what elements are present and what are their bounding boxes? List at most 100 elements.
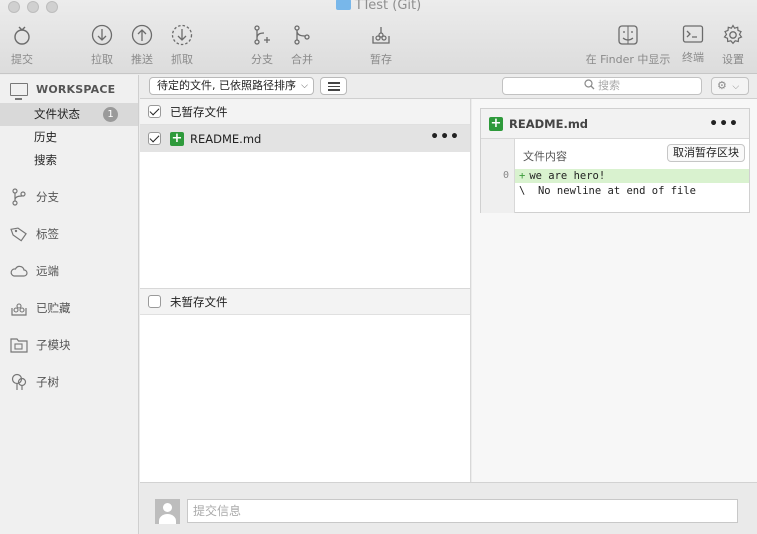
sidebar-section-label: 远端	[36, 263, 59, 278]
commit-icon	[14, 26, 30, 45]
line-number: 0	[503, 170, 510, 181]
terminal-label: 终端	[682, 51, 704, 64]
branch-icon	[254, 25, 270, 45]
diff-card: + README.md ••• 文件内容 取消暂存区块 0 + we are he…	[480, 108, 750, 213]
unstage-hunk-button[interactable]: 取消暂存区块	[667, 144, 745, 162]
file-status-count-badge: 1	[103, 107, 118, 122]
staged-files-title: 已暂存文件	[170, 104, 228, 119]
unstaged-select-all-checkbox[interactable]	[148, 295, 161, 308]
push-button[interactable]: 推送	[122, 24, 162, 67]
sidebar-item-label: 搜索	[34, 153, 57, 167]
window-title: TTest (Git)	[0, 0, 757, 13]
sidebar-section-label: 标签	[36, 226, 59, 241]
sidebar-section-subtrees[interactable]: 子树	[0, 363, 138, 400]
settings-label: 设置	[722, 53, 744, 66]
sidebar-section-remotes[interactable]: 远端	[0, 252, 138, 289]
subtree-icon	[11, 373, 27, 390]
diff-file-header: + README.md •••	[481, 109, 749, 139]
sidebar-section-branches[interactable]: 分支	[0, 178, 138, 215]
file-status-toolbar: 待定的文件, 已依照路径排序 ⌵ 搜索 ⚙ ⌵	[140, 75, 757, 99]
sidebar-section-submodules[interactable]: 子模块	[0, 326, 138, 363]
unstaged-files-pane: 未暂存文件	[140, 288, 471, 482]
sidebar-section-stashes[interactable]: 已贮藏	[0, 289, 138, 326]
settings-button[interactable]: 设置	[713, 24, 753, 67]
added-line-marker: +	[519, 170, 526, 182]
folder-icon	[335, 0, 351, 10]
staged-select-all-checkbox[interactable]	[148, 105, 161, 118]
fetch-label: 抓取	[171, 53, 193, 66]
sidebar-section-label: 子模块	[36, 337, 71, 352]
show-in-finder-label: 在 Finder 中显示	[585, 53, 671, 66]
sidebar-item-history[interactable]: 历史	[0, 126, 138, 149]
submodule-icon	[10, 337, 28, 353]
pull-button[interactable]: 拉取	[82, 24, 122, 67]
stash-label: 暂存	[370, 53, 392, 66]
merge-label: 合并	[291, 53, 313, 66]
stash-icon	[372, 27, 390, 44]
merge-icon	[294, 25, 310, 45]
branch-button[interactable]: 分支	[242, 24, 282, 67]
push-icon	[131, 24, 153, 46]
search-field[interactable]: 搜索	[502, 77, 702, 95]
push-label: 推送	[131, 53, 153, 66]
window-toolbar: TTest (Git) 提交 拉取 推送 抓取 分支 合并 暂存 在 Finde…	[0, 0, 757, 74]
gear-icon	[723, 24, 743, 45]
diff-file-name: README.md	[509, 116, 589, 131]
fetch-button[interactable]: 抓取	[162, 24, 202, 67]
monitor-icon	[10, 82, 28, 100]
cloud-icon	[10, 265, 28, 277]
sidebar-item-search[interactable]: 搜索	[0, 149, 138, 172]
file-added-icon: +	[489, 115, 503, 131]
diff-panel: + README.md ••• 文件内容 取消暂存区块 0 + we are he…	[472, 99, 757, 482]
staged-file-row[interactable]: + README.md •••	[140, 125, 470, 152]
list-view-button[interactable]	[320, 77, 347, 95]
workspace-title: WORKSPACE	[36, 82, 116, 96]
no-newline-notice: \ No newline at end of file	[519, 185, 697, 197]
diff-actions-menu-button[interactable]: •••	[709, 117, 739, 131]
stash-icon	[11, 302, 27, 316]
terminal-button[interactable]: 终端	[673, 24, 713, 65]
sidebar-section-label: 子树	[36, 374, 59, 389]
added-line-text: we are hero!	[529, 170, 606, 182]
sort-mode-value: 待定的文件, 已依照路径排序	[157, 79, 296, 92]
fetch-icon	[171, 24, 193, 46]
search-placeholder: 搜索	[598, 79, 620, 92]
file-stage-checkbox[interactable]	[148, 132, 161, 145]
finder-icon	[618, 25, 638, 45]
diff-added-line: + we are hero!	[515, 169, 749, 183]
stash-button[interactable]: 暂存	[361, 24, 401, 67]
sidebar-section-label: 分支	[36, 189, 59, 204]
line-number-gutter	[481, 139, 515, 213]
list-icon-line	[328, 82, 340, 84]
sidebar: WORKSPACE 文件状态 1 历史 搜索 分支 标签 远端 已贮藏 子模块 …	[0, 75, 139, 534]
sort-mode-dropdown[interactable]: 待定的文件, 已依照路径排序 ⌵	[149, 77, 314, 95]
unstaged-files-header: 未暂存文件	[140, 289, 470, 315]
commit-bar	[140, 482, 757, 534]
merge-button[interactable]: 合并	[282, 24, 322, 67]
sidebar-item-label: 历史	[34, 130, 57, 144]
gear-icon: ⚙	[717, 79, 727, 92]
list-icon-line	[328, 89, 340, 91]
branch-label: 分支	[251, 53, 273, 66]
branch-icon	[12, 187, 26, 206]
sidebar-section-tags[interactable]: 标签	[0, 215, 138, 252]
tag-icon	[10, 226, 27, 242]
options-gear-dropdown[interactable]: ⚙ ⌵	[711, 77, 749, 95]
file-name: README.md	[190, 131, 262, 146]
diff-hunk: 文件内容 取消暂存区块 0 + we are hero! \ No newline…	[481, 139, 749, 213]
show-in-finder-button[interactable]: 在 Finder 中显示	[583, 24, 673, 67]
pull-icon	[91, 24, 113, 46]
commit-label: 提交	[11, 53, 33, 66]
sidebar-item-label: 文件状态	[34, 107, 80, 121]
terminal-icon	[682, 25, 704, 43]
file-actions-menu-button[interactable]: •••	[430, 130, 460, 144]
list-icon-line	[328, 85, 340, 87]
commit-message-input[interactable]	[187, 499, 738, 523]
chevron-down-icon: ⌵	[732, 82, 740, 92]
staged-files-header: 已暂存文件	[140, 99, 470, 125]
hunk-title: 文件内容	[523, 150, 567, 163]
commit-button[interactable]: 提交	[2, 24, 42, 67]
file-added-icon: +	[170, 130, 184, 146]
sidebar-item-file-status[interactable]: 文件状态 1	[0, 103, 138, 126]
avatar	[155, 499, 180, 524]
